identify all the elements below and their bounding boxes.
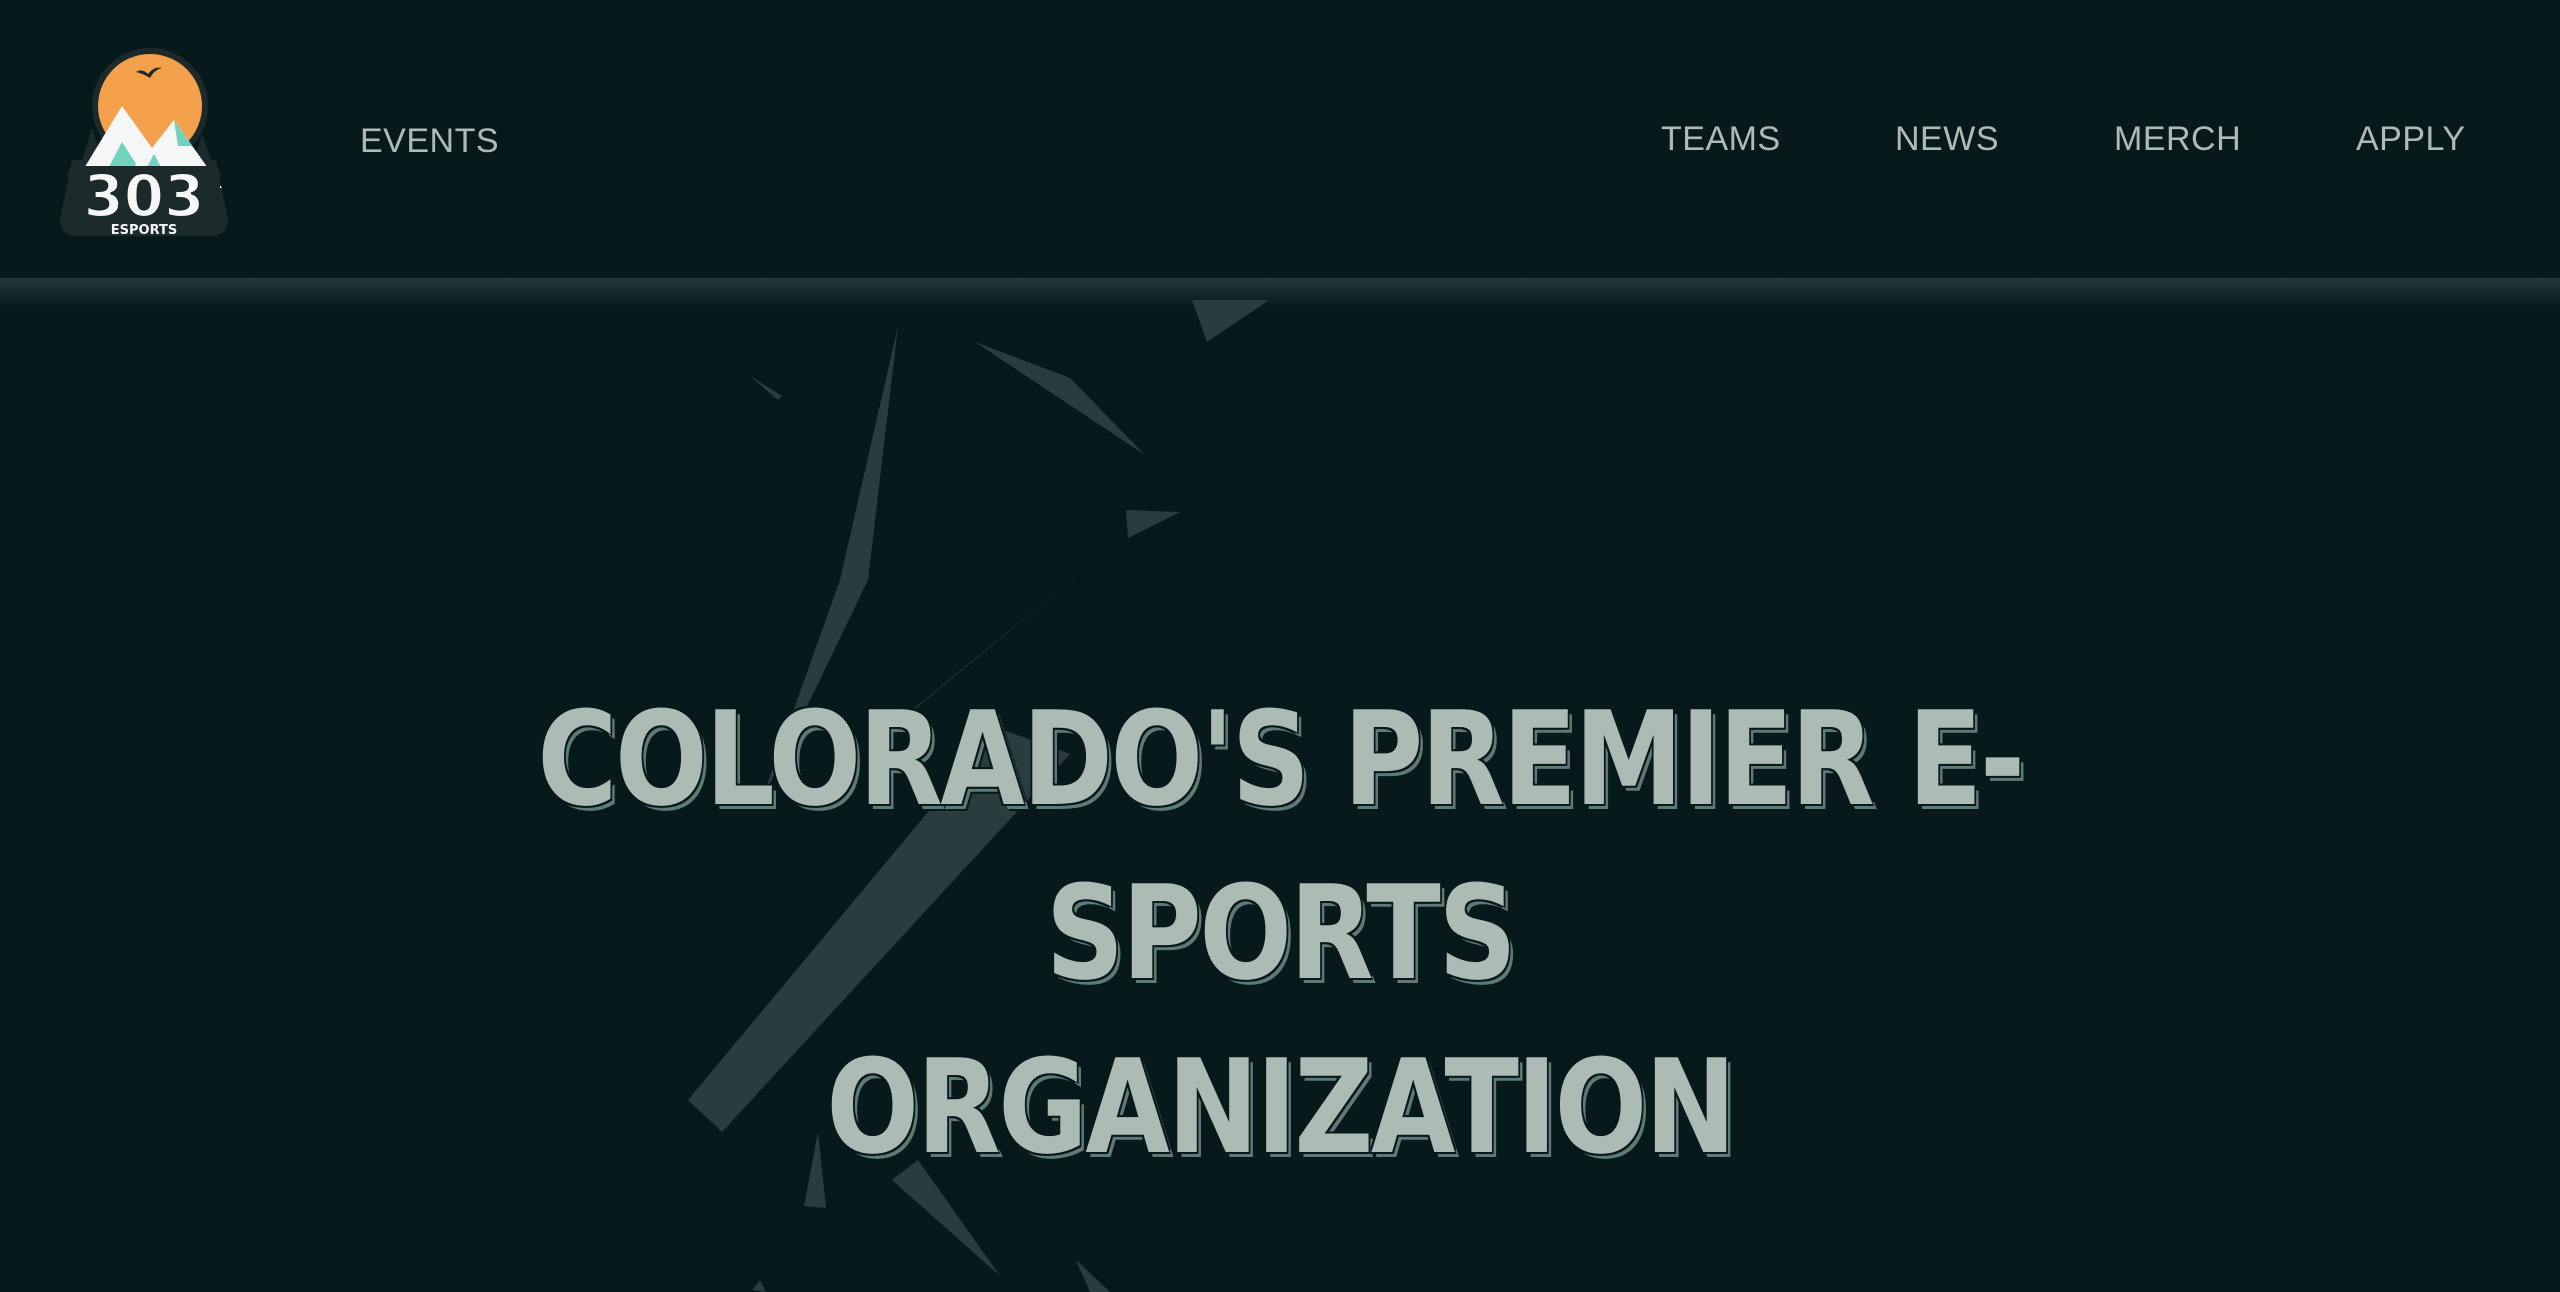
mountain-sun-logo-icon: 303 ESPORTS (60, 48, 228, 238)
nav-merch-link[interactable]: MERCH (2114, 120, 2241, 159)
nav-teams-link[interactable]: TEAMS (1661, 120, 1781, 159)
nav-apply-link[interactable]: APPLY (2356, 120, 2466, 159)
nav-news-link[interactable]: NEWS (1895, 120, 1999, 159)
hero-title-line-1: COLORADO'S PREMIER E-SPORTS (537, 683, 2025, 1010)
hero-title-line-2: ORGANIZATION (826, 1031, 1736, 1184)
home-logo-link[interactable]: 303 ESPORTS (52, 38, 236, 242)
hero-section: COLORADO'S PREMIER E-SPORTS ORGANIZATION (0, 300, 2560, 1292)
svg-text:303: 303 (83, 162, 204, 230)
site-header: 303 ESPORTS EVENTS TEAMS NEWS MERCH APPL… (0, 0, 2560, 282)
svg-text:ESPORTS: ESPORTS (111, 223, 177, 238)
nav-events-link[interactable]: EVENTS (360, 122, 499, 161)
hero-title: COLORADO'S PREMIER E-SPORTS ORGANIZATION (398, 672, 2162, 1194)
